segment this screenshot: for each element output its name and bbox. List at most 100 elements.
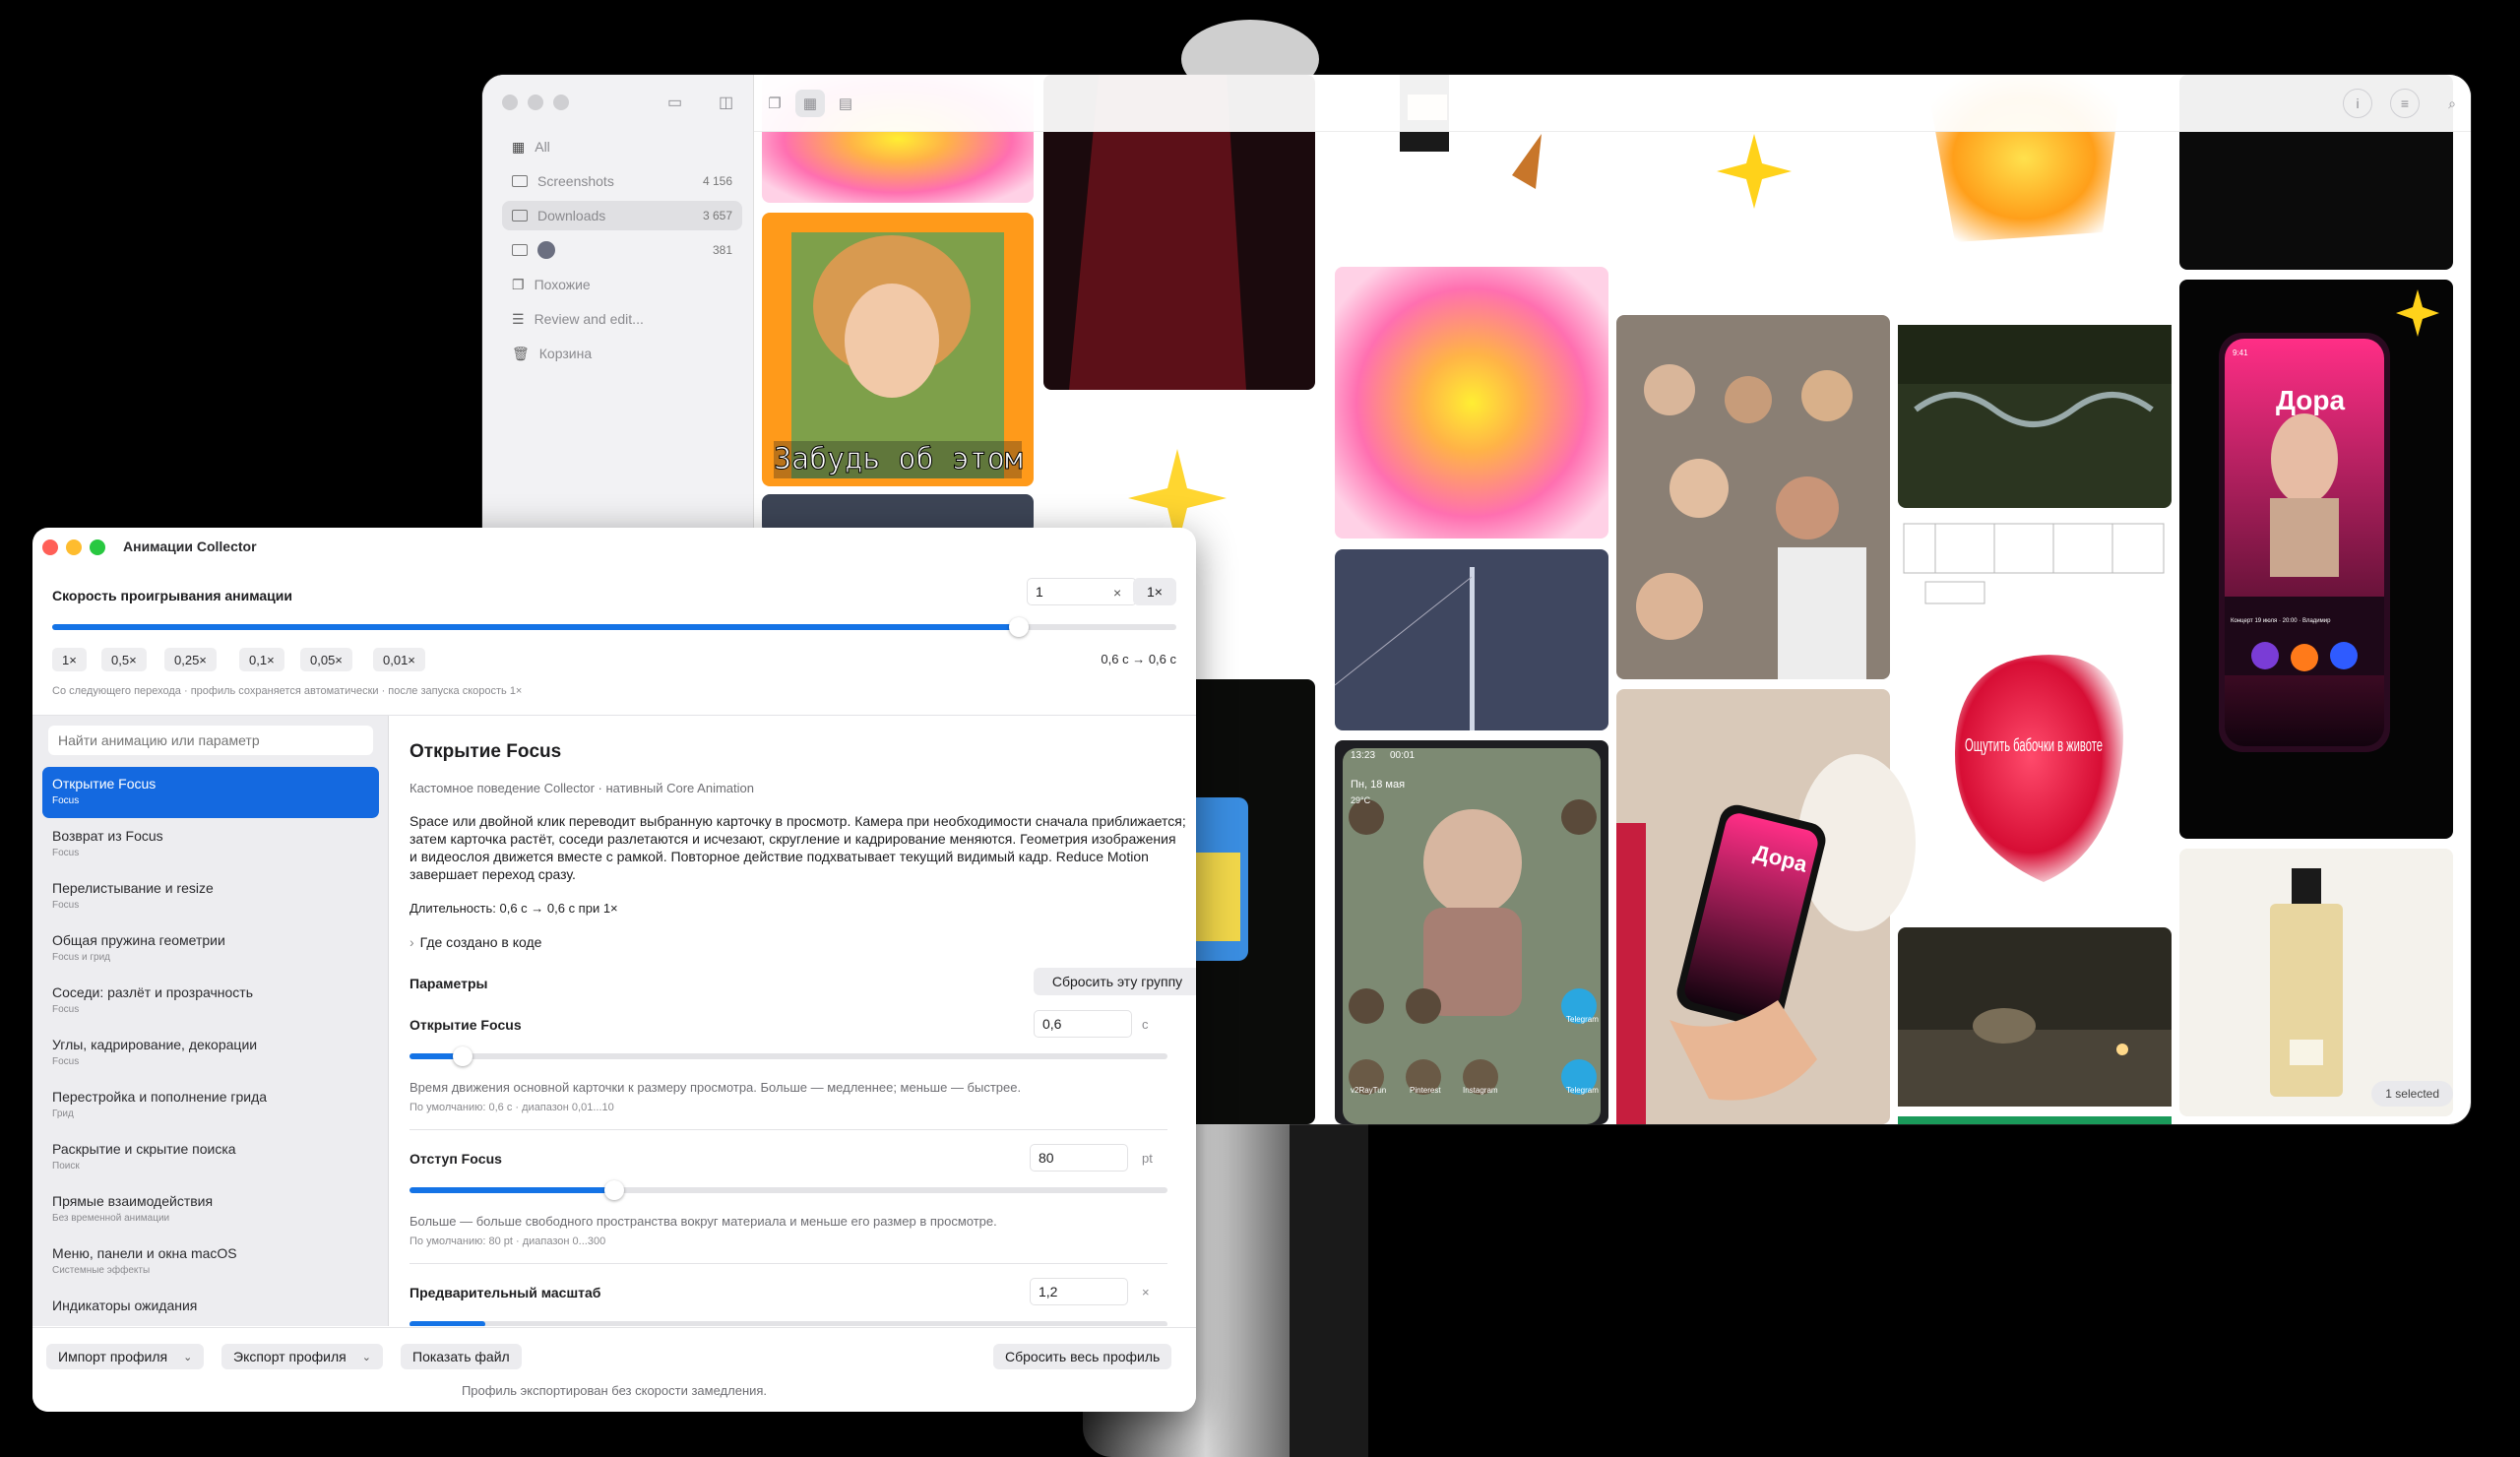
sidebar-item-trash[interactable]: 🗑 Корзина — [502, 339, 742, 368]
phone-app-label: Instagram — [1463, 1086, 1498, 1095]
params-heading: Параметры — [410, 976, 488, 991]
param-unit: × — [1142, 1285, 1150, 1299]
zoom-button[interactable] — [90, 539, 105, 555]
tile-dora-phone[interactable] — [2179, 280, 2453, 839]
speed-preset-button[interactable]: 0,01× — [373, 648, 425, 671]
speed-slider-fill — [52, 624, 1020, 630]
info-icon[interactable]: i — [2343, 89, 2372, 118]
minimize-button[interactable] — [528, 95, 543, 110]
detail-subtitle: Кастомное поведение Collector · нативный… — [410, 781, 754, 795]
param-help: Больше — больше свободного пространства … — [410, 1214, 997, 1229]
tile-floor-plan[interactable] — [1898, 518, 2172, 606]
speed-slider[interactable] — [52, 617, 1176, 637]
list-item[interactable]: Соседи: разлёт и прозрачность Focus — [42, 976, 379, 1027]
tile-tower-night[interactable] — [1334, 549, 1608, 730]
filter-icon[interactable]: ≡ — [2390, 89, 2420, 118]
speed-slider-knob[interactable] — [1009, 617, 1030, 637]
grid-view-icon[interactable]: ▦ — [795, 90, 825, 117]
tile-pink-burst[interactable] — [1335, 267, 1608, 538]
speed-preset-button[interactable]: 0,1× — [239, 648, 284, 671]
param-slider[interactable] — [410, 1180, 1167, 1200]
list-item[interactable]: Возврат из Focus Focus — [42, 819, 379, 870]
sidebar-item-downloads[interactable]: Downloads 3 657 — [502, 201, 742, 230]
param-name: Открытие Focus — [410, 1017, 522, 1033]
list-item[interactable]: Меню, панели и окна macOS Системные эффек… — [42, 1236, 379, 1288]
list-item[interactable]: Углы, кадрирование, декорации Focus — [42, 1028, 379, 1079]
tile-green-strip[interactable] — [1898, 1116, 2172, 1124]
tile-perfume[interactable] — [2179, 849, 2453, 1116]
desktop: ▭ ◫ ▦ All Screenshots 4 156 Downloads 3 … — [0, 0, 2520, 1457]
list-item[interactable]: Открытие Focus Focus — [42, 767, 379, 818]
stack-view-icon[interactable]: ❐ — [760, 90, 789, 117]
tile-strawberry[interactable] — [1955, 655, 2123, 882]
tile-hand-phone[interactable] — [1616, 689, 1916, 1124]
list-view-icon[interactable]: ▤ — [831, 90, 860, 117]
trash-icon: 🗑 — [512, 345, 530, 361]
minimize-button[interactable] — [66, 539, 82, 555]
speed-unit-button[interactable]: 1× — [1133, 578, 1176, 605]
grid-icon: ▦ — [512, 138, 526, 155]
sidebar-item-screenshots[interactable]: Screenshots 4 156 — [502, 166, 742, 196]
window-title: Анимации Collector — [123, 538, 257, 554]
list-item[interactable]: Общая пружина геометрии Focus и грид — [42, 923, 379, 975]
search-input[interactable] — [48, 726, 373, 755]
new-folder-icon[interactable]: ▭ — [667, 93, 682, 112]
param-slider[interactable] — [410, 1321, 1167, 1326]
export-profile-button[interactable]: Экспорт профиля ⌄ — [221, 1344, 383, 1369]
animations-window: Анимации Collector Скорость проигрывания… — [32, 528, 1196, 1412]
sidebar-item-review[interactable]: ☰ Review and edit... — [502, 304, 742, 334]
param-slider-knob[interactable] — [603, 1180, 624, 1200]
window-controls — [502, 95, 569, 110]
param-value-input[interactable] — [1030, 1144, 1128, 1172]
tile-street-graffiti[interactable] — [1898, 325, 2172, 508]
list-item[interactable]: Перелистывание и resize Focus — [42, 871, 379, 922]
detail-duration: Длительность: 0,6 с → 0,6 с при 1× — [410, 901, 618, 916]
speed-preset-button[interactable]: 0,5× — [101, 648, 147, 671]
phone-timer: 00:01 — [1390, 750, 1415, 761]
close-button[interactable] — [502, 95, 518, 110]
list-item[interactable]: Прямые взаимодействия Без временной анима… — [42, 1184, 379, 1235]
sidebar-item-similar[interactable]: ❐ Похожие — [502, 270, 742, 299]
sidebar-item-avatar-folder[interactable]: 381 — [502, 235, 742, 265]
footer-bar: Импорт профиля ⌄ Экспорт профиля ⌄ Показат… — [32, 1327, 1196, 1412]
phone-app-label: v2RayTun — [1351, 1086, 1386, 1095]
tile-small-star[interactable] — [1717, 134, 1792, 209]
search-icon[interactable]: ⌕ — [2437, 89, 2467, 118]
param-slider-knob[interactable] — [452, 1046, 472, 1066]
param-default: По умолчанию: 80 pt · диапазон 0...300 — [410, 1235, 606, 1247]
speed-note: Со следующего перехода · профиль сохраня… — [52, 685, 523, 697]
divider — [410, 1263, 1167, 1264]
tile-conference-crowd[interactable] — [1616, 315, 1890, 679]
phone-weather: 29°C — [1351, 795, 1371, 805]
close-button[interactable] — [42, 539, 58, 555]
list-item[interactable]: Индикаторы ожидания — [42, 1289, 379, 1326]
tile-phone-screenshot[interactable] — [1335, 740, 1608, 1124]
sidebar-item-all[interactable]: ▦ All — [502, 132, 742, 161]
tile-night-dog[interactable] — [1898, 927, 2172, 1107]
list-item[interactable]: Перестройка и пополнение грида Грид — [42, 1080, 379, 1131]
speed-range-readout: 0,6 с → 0,6 с — [1101, 652, 1176, 666]
poster-text: Забудь об этом — [774, 442, 1023, 476]
dora-time: 9:41 — [2233, 348, 2248, 357]
animation-detail: Открытие Focus Кастомное поведение Colle… — [390, 716, 1196, 1326]
chevron-right-icon: › — [410, 934, 414, 950]
speed-preset-button[interactable]: 0,05× — [300, 648, 352, 671]
speed-preset-button[interactable]: 0,25× — [164, 648, 217, 671]
code-location-disclosure[interactable]: › Где создано в коде — [410, 934, 541, 950]
reset-group-button[interactable]: Сбросить эту группу — [1034, 968, 1196, 995]
zoom-button[interactable] — [553, 95, 569, 110]
speed-preset-button[interactable]: 1× — [52, 648, 87, 671]
dora-concert: Концерт 19 июля · 20:00 · Владимир — [2231, 618, 2331, 624]
show-file-button[interactable]: Показать файл — [401, 1344, 522, 1369]
sidebar-toggle-icon[interactable]: ◫ — [719, 93, 733, 112]
param-value-input[interactable] — [1034, 1010, 1132, 1038]
phone-app-label: Telegram — [1566, 1015, 1599, 1024]
import-profile-button[interactable]: Импорт профиля ⌄ — [46, 1344, 205, 1369]
list-item[interactable]: Раскрытие и скрытие поиска Поиск — [42, 1132, 379, 1183]
animation-list: Открытие FocusFocus Возврат из FocusFocu… — [32, 716, 389, 1326]
param-slider[interactable] — [410, 1046, 1167, 1066]
param-name: Отступ Focus — [410, 1151, 502, 1167]
reset-profile-button[interactable]: Сбросить весь профиль — [993, 1344, 1172, 1369]
gallery-toolbar: ❐ ▦ ▤ i ≡ ⌕ — [754, 75, 2471, 132]
param-value-input[interactable] — [1030, 1278, 1128, 1305]
